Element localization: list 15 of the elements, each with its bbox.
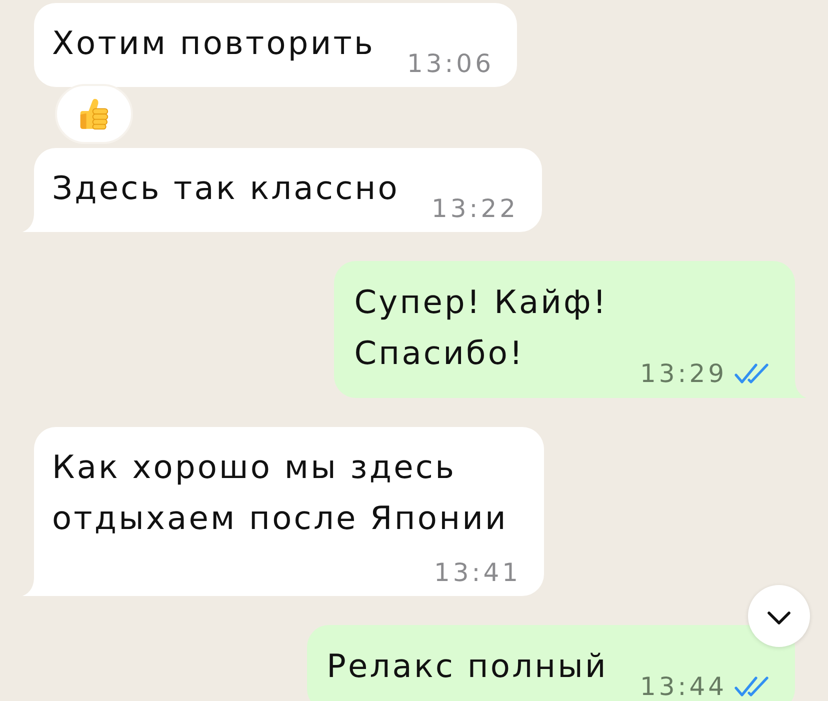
message-text: Релакс полный: [326, 646, 608, 687]
message-text: Как хорошо мы здесь отдыхаем после Японии: [52, 447, 509, 539]
message-time: 13:06: [406, 49, 494, 79]
message-time: 13:29: [640, 359, 727, 389]
message-bubble[interactable]: Релакс полный 13:44: [306, 625, 795, 701]
message-text: Здесь так классно: [52, 168, 400, 209]
scroll-down-button[interactable]: [748, 585, 810, 647]
message-time: 13:44: [640, 672, 727, 701]
thumbs-up-icon: [79, 98, 109, 130]
message-time: 13:22: [431, 194, 519, 224]
message-text: Хотим повторить: [52, 23, 375, 64]
chevron-down-icon: [767, 610, 791, 624]
message-bubble[interactable]: Хотим повторить 13:06: [34, 3, 517, 87]
message-time: 13:41: [434, 558, 521, 588]
message-text: Супер! Кайф! Спасибо!: [354, 282, 608, 374]
